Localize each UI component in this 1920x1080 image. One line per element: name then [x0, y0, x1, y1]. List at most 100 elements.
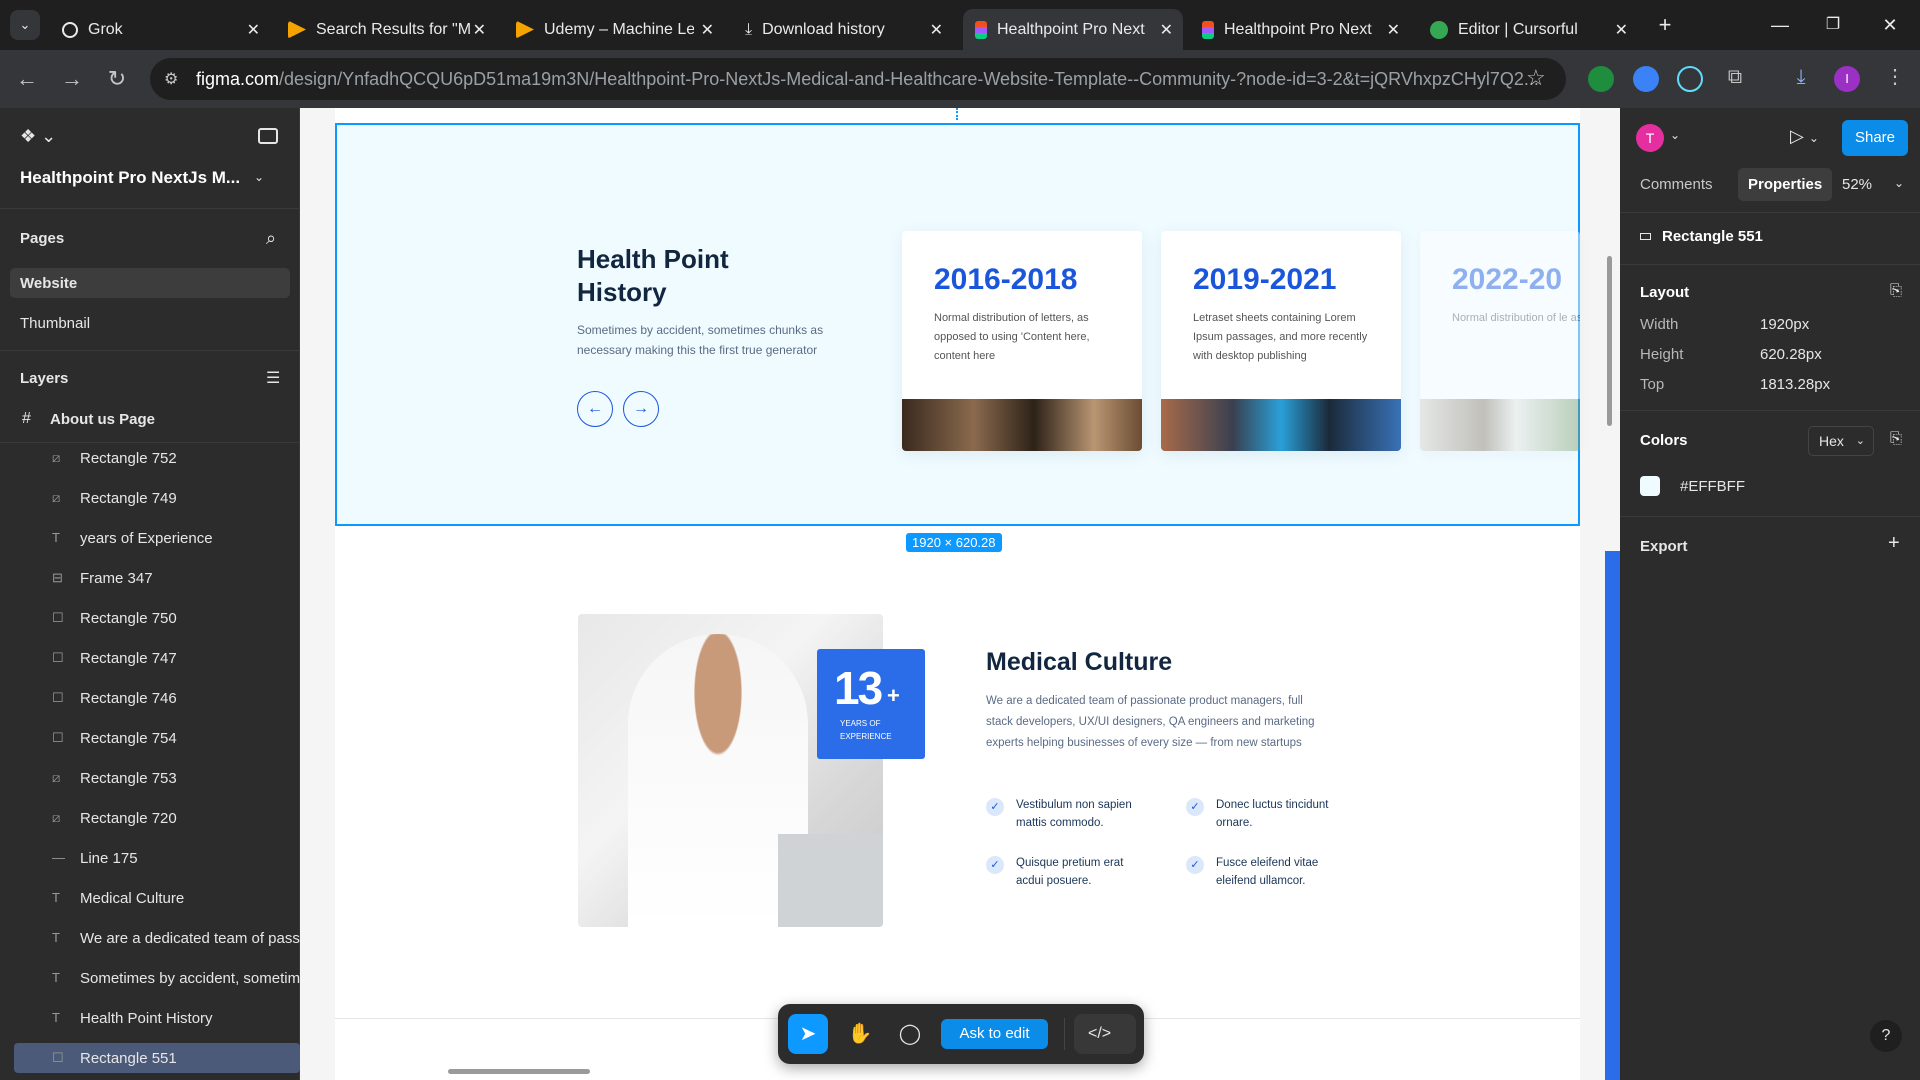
extensions-puzzle-icon[interactable]: ⧉ [1722, 66, 1748, 92]
zoom-chevron-icon[interactable]: ⌄ [1894, 176, 1904, 190]
layer-row[interactable]: ☐ Rectangle 747 [14, 643, 300, 673]
layers-list-icon[interactable]: ☰ [266, 368, 280, 388]
window-close-icon[interactable]: ✕ [1875, 10, 1905, 40]
badge-plus: + [887, 683, 900, 708]
new-tab-icon[interactable]: + [1650, 10, 1680, 40]
bookmark-star-icon[interactable]: ☆ [1526, 65, 1546, 91]
tab-search-dropdown[interactable]: ⌄ [10, 10, 40, 40]
layer-row[interactable]: T Sometimes by accident, sometim [14, 963, 300, 993]
copy-colors-icon[interactable]: ⎘ [1890, 430, 1902, 447]
browser-tab-healthpoint-active[interactable]: Healthpoint Pro Next ✕ [963, 9, 1183, 50]
tab-title: Grok [88, 20, 123, 38]
layer-row[interactable]: ⧄ Rectangle 720 [14, 803, 300, 833]
rectangle-551-selected[interactable]: Health Point History Sometimes by accide… [335, 123, 1580, 526]
udemy-icon [516, 20, 534, 39]
layer-row[interactable]: ⧄ Rectangle 753 [14, 763, 300, 793]
close-icon[interactable]: ✕ [701, 20, 714, 40]
close-icon[interactable]: ✕ [473, 20, 486, 40]
color-hex-value[interactable]: #EFFBFF [1680, 478, 1745, 495]
cursorful-extension-icon[interactable] [1588, 66, 1614, 92]
badge-line2: EXPERIENCE [840, 732, 892, 741]
layer-list: ⧄ Rectangle 752 ⧄ Rectangle 749 Tyears of Ex… [0, 434, 300, 1080]
forward-icon[interactable]: → [57, 64, 87, 94]
toggle-sidebar-icon[interactable] [258, 128, 278, 144]
color-mode-select[interactable]: Hex ⌄ [1808, 426, 1874, 456]
pages-label: Pages [20, 230, 65, 247]
downloads-icon[interactable]: ⤓ [1788, 66, 1814, 92]
next-arrow-button[interactable]: → [623, 391, 659, 427]
vertical-scrollbar-thumb[interactable] [1607, 256, 1612, 426]
horizontal-scrollbar-thumb[interactable] [448, 1069, 590, 1074]
layer-row[interactable]: T We are a dedicated team of passi [14, 923, 300, 953]
browser-tab-cursorful[interactable]: Editor | Cursorful ✕ [1418, 9, 1638, 50]
avatar-chevron-icon[interactable]: ⌄ [1670, 128, 1680, 142]
frame-top-handle [956, 108, 958, 120]
move-tool-icon[interactable]: ➤ [788, 1014, 828, 1054]
file-name[interactable]: Healthpoint Pro NextJs M... [20, 168, 240, 188]
page-label: Website [20, 275, 78, 292]
page-item-thumbnail[interactable]: Thumbnail [10, 308, 290, 338]
tab-comments[interactable]: Comments [1640, 176, 1713, 193]
image-icon: ⧄ [52, 770, 61, 785]
browser-menu-icon[interactable]: ⋮ [1885, 64, 1905, 89]
layer-name: Health Point History [80, 1010, 213, 1027]
hand-tool-icon[interactable]: ✋ [840, 1014, 880, 1054]
figma-bottom-toolbar: ➤ ✋ ◯ Ask to edit </> [778, 1004, 1144, 1064]
close-icon[interactable]: ✕ [1387, 20, 1400, 40]
url-field[interactable]: ⚙ figma.com/design/YnfadhQCQU6pD51ma19m3… [150, 58, 1566, 100]
divider [1620, 516, 1920, 517]
zoom-level[interactable]: 52% [1842, 176, 1872, 193]
close-icon[interactable]: ✕ [1160, 20, 1173, 40]
layer-name: Rectangle 749 [80, 490, 177, 507]
figma-canvas[interactable]: Health Point History Sometimes by accide… [300, 108, 1620, 1080]
feature-text: Quisque pretium erat acdui posuere. [1016, 857, 1124, 887]
profile-avatar[interactable]: I [1834, 66, 1860, 92]
share-button[interactable]: Share [1842, 120, 1908, 156]
layer-row[interactable]: ☐ Rectangle 746 [14, 683, 300, 713]
layer-row[interactable]: — Line 175 [14, 843, 300, 873]
present-play-icon[interactable]: ▷ ⌄ [1790, 126, 1819, 147]
page-item-website[interactable]: Website [10, 268, 290, 298]
layer-row[interactable]: ☐ Rectangle 750 [14, 603, 300, 633]
dev-mode-toggle-icon[interactable]: </> [1074, 1014, 1136, 1054]
figma-menu-icon[interactable]: ❖ ⌄ [20, 126, 56, 147]
restore-icon[interactable]: ❐ [1818, 10, 1848, 40]
browser-tab-healthpoint[interactable]: Healthpoint Pro Next ✕ [1190, 9, 1410, 50]
minimize-icon[interactable]: — [1765, 10, 1795, 40]
close-icon[interactable]: ✕ [1615, 20, 1628, 40]
browser-tab-search[interactable]: Search Results for "M ✕ [276, 9, 496, 50]
browser-tab-grok[interactable]: Grok ✕ [50, 9, 270, 50]
extension-icon[interactable] [1633, 66, 1659, 92]
layer-row[interactable]: ⧄ Rectangle 752 [14, 443, 300, 473]
back-icon[interactable]: ← [12, 64, 42, 94]
history-card: 2019-2021 Letraset sheets containing Lor… [1161, 231, 1401, 451]
layer-row[interactable]: T Medical Culture [14, 883, 300, 913]
layer-row[interactable]: Tyears of Experience [14, 523, 300, 553]
layer-row[interactable]: ☐ Rectangle 754 [14, 723, 300, 753]
file-menu-chevron-icon[interactable]: ⌄ [254, 170, 264, 184]
ask-to-edit-button[interactable]: Ask to edit [941, 1019, 1048, 1049]
prev-arrow-button[interactable]: ← [577, 391, 613, 427]
browser-tab-downloads[interactable]: ⤓ Download history ✕ [733, 9, 953, 50]
close-icon[interactable]: ✕ [930, 20, 943, 40]
layer-row[interactable]: ⊟ Frame 347 [14, 563, 300, 593]
badge-number: 13 [834, 662, 883, 714]
user-avatar[interactable]: T [1636, 124, 1664, 152]
react-devtools-icon[interactable] [1677, 66, 1703, 92]
help-icon[interactable]: ? [1870, 1020, 1902, 1052]
frame-layer-about-us[interactable]: # About us Page [0, 404, 300, 434]
layer-row[interactable]: ⧄ Rectangle 749 [14, 483, 300, 513]
add-export-icon[interactable]: + [1888, 532, 1900, 555]
layer-row[interactable]: T Health Point History [14, 1003, 300, 1033]
copy-layout-icon[interactable]: ⎘ [1890, 282, 1902, 299]
check-icon: ✓ [986, 856, 1004, 874]
comment-tool-icon[interactable]: ◯ [890, 1014, 930, 1054]
close-icon[interactable]: ✕ [247, 20, 260, 40]
tab-properties[interactable]: Properties [1738, 168, 1833, 201]
browser-tab-udemy[interactable]: Udemy – Machine Le ✕ [504, 9, 724, 50]
color-swatch[interactable] [1640, 476, 1660, 496]
site-info-icon[interactable]: ⚙ [164, 69, 178, 89]
reload-icon[interactable]: ↻ [102, 64, 132, 94]
layer-row-selected[interactable]: ☐ Rectangle 551 [14, 1043, 300, 1073]
search-pages-icon[interactable]: ⌕ [266, 228, 276, 249]
